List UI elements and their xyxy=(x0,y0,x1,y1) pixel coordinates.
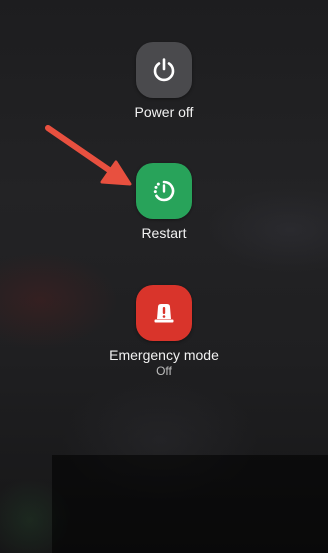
power-off-label: Power off xyxy=(134,104,194,120)
arrow-icon xyxy=(45,125,132,186)
emergency-mode-button[interactable] xyxy=(136,285,192,341)
emergency-mode-label: Emergency mode xyxy=(109,347,219,363)
restart-icon xyxy=(153,180,175,202)
power-menu-screen: Power off Restart Emergency mode Off xyxy=(0,0,328,553)
background-shade xyxy=(52,455,328,553)
emergency-mode-option[interactable]: Emergency mode Off xyxy=(0,285,328,378)
power-off-option[interactable]: Power off xyxy=(0,42,328,120)
restart-button[interactable] xyxy=(136,163,192,219)
emergency-icon xyxy=(154,304,174,323)
power-off-button[interactable] xyxy=(136,42,192,98)
restart-label: Restart xyxy=(141,225,187,241)
emergency-mode-status: Off xyxy=(156,364,172,378)
power-icon xyxy=(153,58,175,82)
